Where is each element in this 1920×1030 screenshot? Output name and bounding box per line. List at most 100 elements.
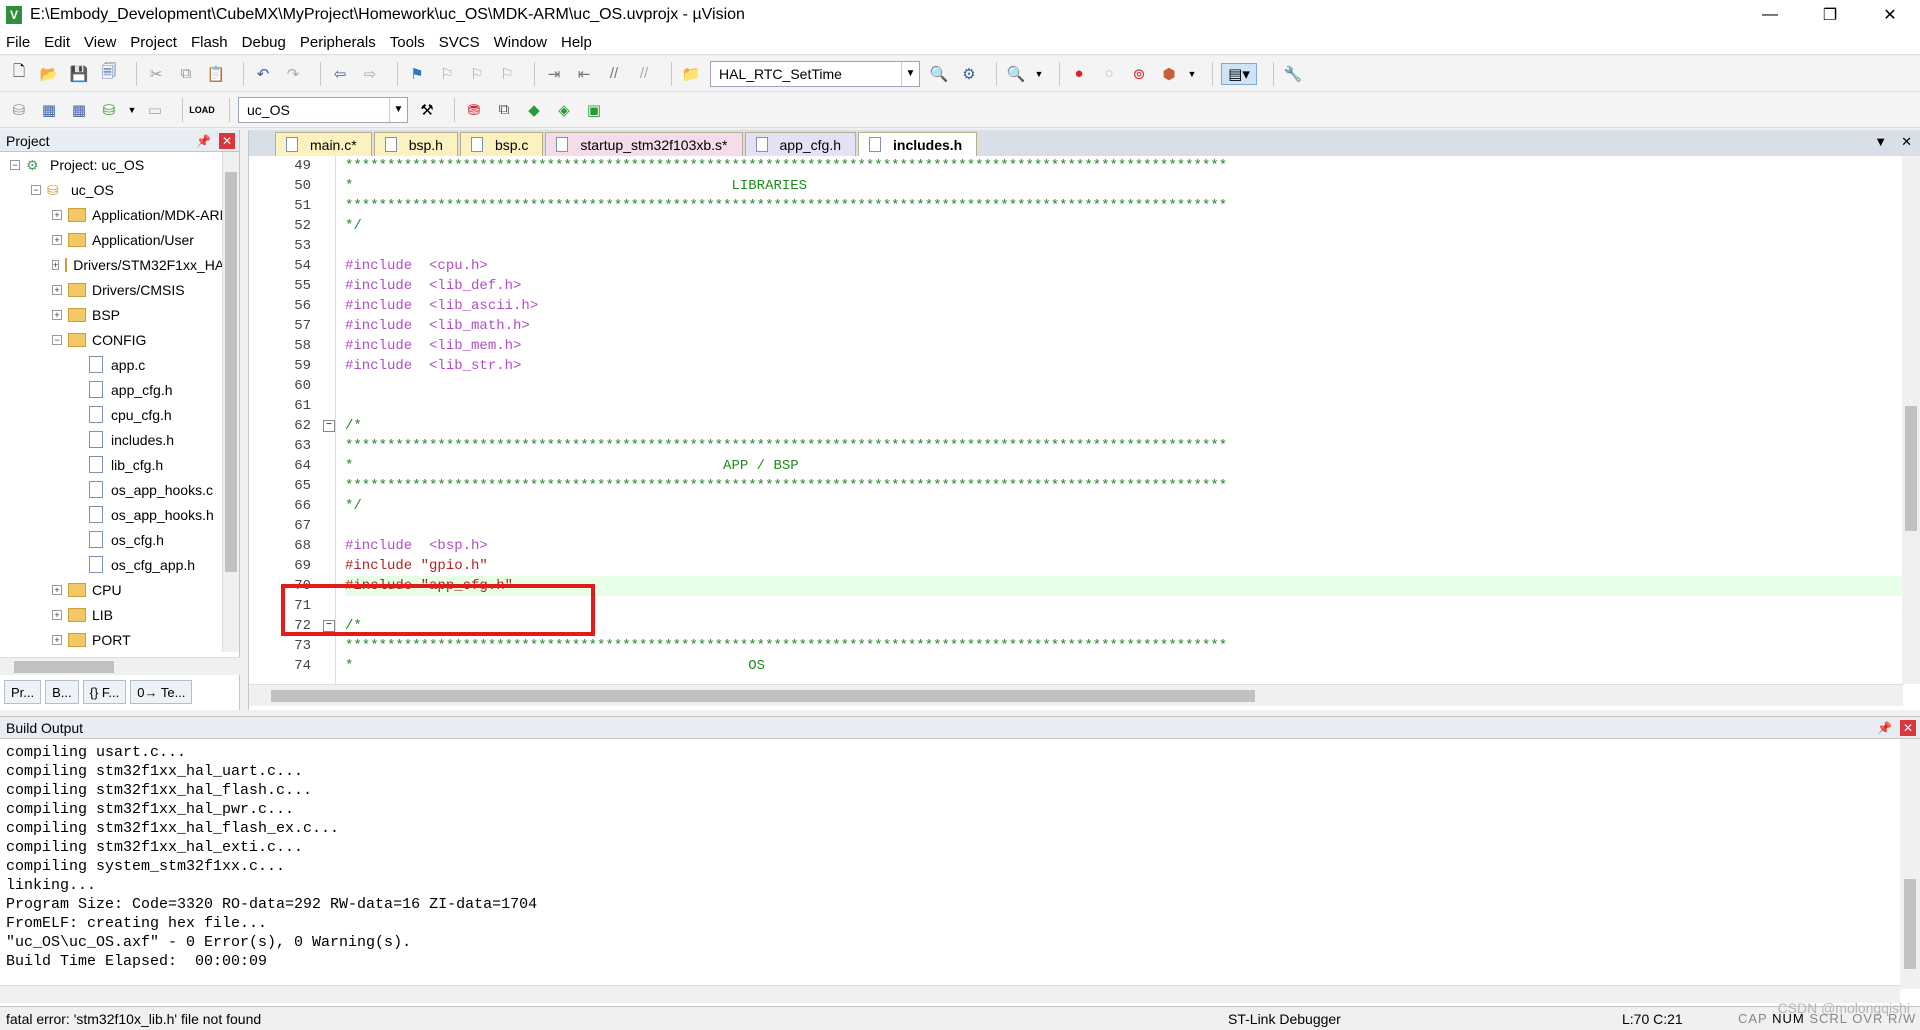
bookmark-clear-icon[interactable]: ⚐ (496, 63, 518, 85)
breakpoint-icon[interactable]: ● (1068, 63, 1090, 85)
tab-project[interactable]: Pr... (4, 680, 42, 704)
rebuild-icon[interactable]: ▦ (68, 99, 90, 121)
menu-view[interactable]: View (84, 34, 116, 51)
chevron-down-icon[interactable]: ▼ (128, 99, 137, 121)
tree-item[interactable]: + Application/User (0, 227, 239, 252)
tree-item[interactable]: − ⛁ uc_OS (0, 177, 239, 202)
target-options-icon[interactable]: ⚒ (416, 99, 438, 121)
collapse-icon[interactable]: − (31, 184, 41, 195)
expand-icon[interactable]: + (52, 634, 62, 645)
nav-forward-icon[interactable]: ⇨ (359, 63, 381, 85)
editor-vertical-scrollbar[interactable] (1902, 156, 1920, 684)
menu-tools[interactable]: Tools (390, 34, 425, 51)
code-line[interactable]: * LIBRARIES (345, 176, 1905, 196)
comment-icon[interactable]: // (603, 63, 625, 85)
copy-icon[interactable]: ⧉ (175, 63, 197, 85)
code-line[interactable]: * APP / BSP (345, 456, 1905, 476)
tree-item[interactable]: + Drivers/CMSIS (0, 277, 239, 302)
pin-icon[interactable]: 📌 (1877, 721, 1892, 735)
wrench-icon[interactable]: 🔧 (1282, 63, 1304, 85)
target-combo[interactable]: uc_OS ▼ (238, 96, 408, 123)
code-line[interactable]: */ (345, 216, 1905, 236)
code-line[interactable]: ****************************************… (345, 636, 1905, 656)
menu-window[interactable]: Window (494, 34, 547, 51)
fold-toggle-icon[interactable]: − (323, 420, 335, 432)
tree-item[interactable]: includes.h (0, 427, 239, 452)
tree-item[interactable]: os_cfg_app.h (0, 552, 239, 577)
file-tab[interactable]: bsp.c (459, 132, 544, 156)
debug-session-icon[interactable]: 🔍 (1005, 63, 1027, 85)
close-button[interactable]: ✕ (1860, 0, 1920, 30)
tree-item[interactable]: + PORT (0, 627, 239, 652)
pack-installer-icon[interactable]: ◆ (523, 99, 545, 121)
breakpoint-kill-all-icon[interactable]: ⬢ (1158, 63, 1180, 85)
tree-item[interactable]: app.c (0, 352, 239, 377)
save-icon[interactable]: 💾 (68, 63, 90, 85)
tree-item[interactable]: + LIB (0, 602, 239, 627)
redo-icon[interactable]: ↷ (282, 63, 304, 85)
tab-books[interactable]: B... (45, 680, 79, 704)
file-tab[interactable]: includes.h (858, 132, 978, 156)
expand-icon[interactable]: + (52, 309, 62, 320)
tab-templates[interactable]: 0→ Te... (130, 680, 193, 704)
function-combo[interactable]: HAL_RTC_SetTime ▼ (710, 60, 920, 87)
nav-back-icon[interactable]: ⇦ (329, 63, 351, 85)
code-line[interactable]: * OS (345, 656, 1905, 676)
close-panel-icon[interactable]: ✕ (219, 133, 235, 149)
tree-vertical-scrollbar[interactable] (222, 152, 239, 652)
file-extensions-icon[interactable]: ⧉ (493, 99, 515, 121)
menu-edit[interactable]: Edit (44, 34, 70, 51)
maximize-button[interactable]: ❐ (1800, 0, 1860, 30)
undo-icon[interactable]: ↶ (252, 63, 274, 85)
menu-file[interactable]: File (6, 34, 30, 51)
code-line[interactable]: #include <lib_str.h> (345, 356, 1905, 376)
open-folder-icon[interactable]: 📂 (38, 63, 60, 85)
tree-item[interactable]: os_app_hooks.h (0, 502, 239, 527)
tree-item[interactable]: + CPU (0, 577, 239, 602)
code-line[interactable]: ****************************************… (345, 476, 1905, 496)
indent-icon[interactable]: ⇥ (543, 63, 565, 85)
expand-icon[interactable]: + (52, 584, 62, 595)
breakpoint-disable-all-icon[interactable]: ⊚ (1128, 63, 1150, 85)
code-line[interactable]: #include <lib_def.h> (345, 276, 1905, 296)
code-line[interactable] (345, 396, 1905, 416)
code-line[interactable]: #include <bsp.h> (345, 536, 1905, 556)
tree-item[interactable]: app_cfg.h (0, 377, 239, 402)
manage-rte-icon[interactable]: ▣ (583, 99, 605, 121)
close-panel-icon[interactable]: ✕ (1900, 720, 1916, 736)
file-tab[interactable]: main.c* (275, 132, 372, 156)
tree-item[interactable]: − ⚙ Project: uc_OS (0, 152, 239, 177)
find-icon[interactable]: 🔍 (928, 63, 950, 85)
tree-item[interactable]: + Application/MDK-ARM (0, 202, 239, 227)
build-icon[interactable]: ▦ (38, 99, 60, 121)
code-line[interactable] (345, 516, 1905, 536)
manage-project-icon[interactable]: ⛃ (463, 99, 485, 121)
expand-icon[interactable]: + (52, 234, 62, 245)
tree-item[interactable]: lib_cfg.h (0, 452, 239, 477)
menu-peripherals[interactable]: Peripherals (300, 34, 376, 51)
new-file-icon[interactable]: 🗋 (8, 63, 30, 85)
code-line[interactable]: #include <lib_math.h> (345, 316, 1905, 336)
file-tab[interactable]: bsp.h (373, 132, 458, 156)
menu-flash[interactable]: Flash (191, 34, 228, 51)
chevron-down-icon[interactable]: ▼ (1035, 63, 1044, 85)
bookmark-toggle-icon[interactable]: ⚑ (406, 63, 428, 85)
paste-icon[interactable]: 📋 (205, 63, 227, 85)
code-line[interactable]: /* (345, 416, 1905, 436)
code-line[interactable]: ****************************************… (345, 156, 1905, 176)
file-tab[interactable]: startup_stm32f103xb.s* (545, 132, 743, 156)
close-tab-icon[interactable]: ✕ (1901, 134, 1912, 150)
tree-item[interactable]: + BSP (0, 302, 239, 327)
code-line[interactable]: #include <lib_ascii.h> (345, 296, 1905, 316)
code-line[interactable]: ****************************************… (345, 436, 1905, 456)
menu-help[interactable]: Help (561, 34, 592, 51)
select-packs-icon[interactable]: ◈ (553, 99, 575, 121)
load-download-icon[interactable]: LOAD (189, 99, 215, 121)
pin-icon[interactable]: 📌 (196, 134, 211, 148)
code-line[interactable] (345, 236, 1905, 256)
unindent-icon[interactable]: ⇤ (573, 63, 595, 85)
chevron-down-icon[interactable]: ▼ (389, 97, 407, 122)
chevron-down-icon[interactable]: ▼ (1188, 63, 1197, 85)
expand-icon[interactable]: + (52, 284, 62, 295)
code-line[interactable]: #include <lib_mem.h> (345, 336, 1905, 356)
